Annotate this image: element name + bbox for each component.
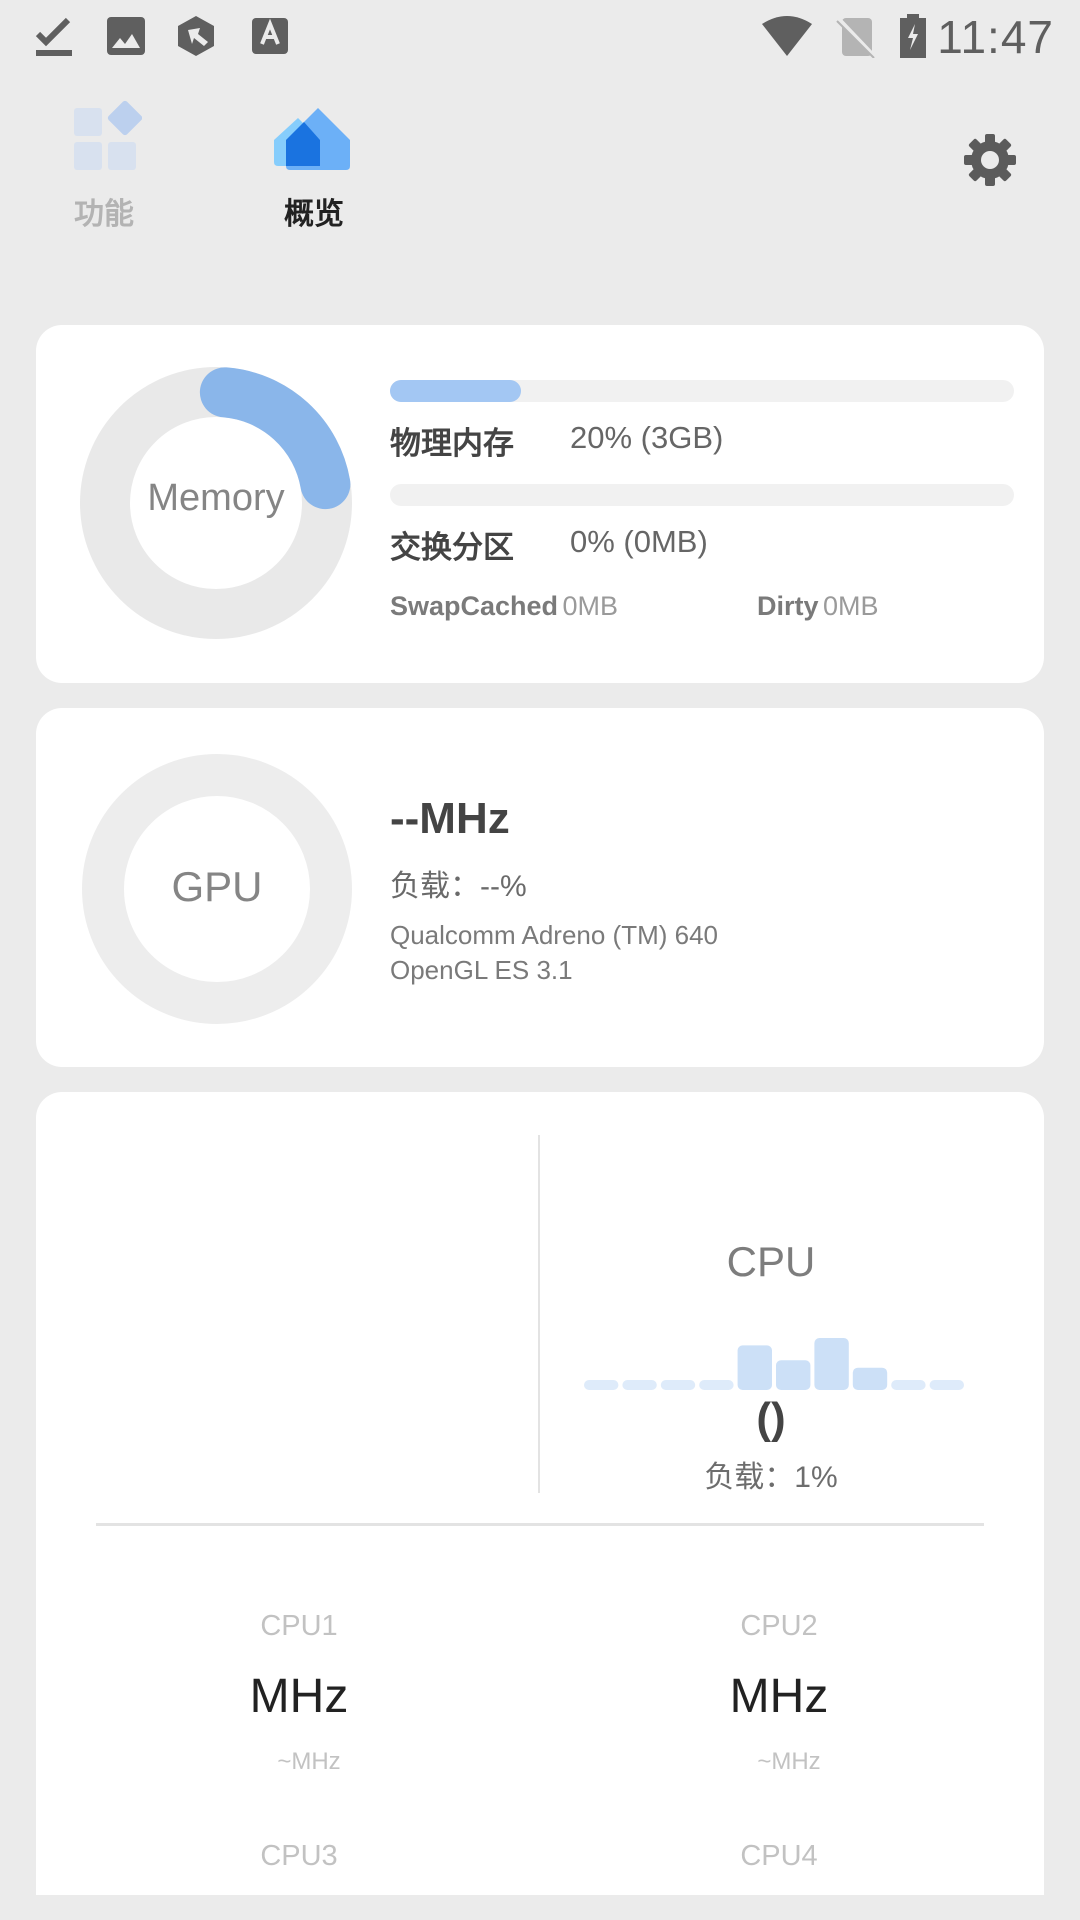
swap-label: 交换分区 — [390, 530, 514, 565]
memory-card[interactable]: Memory 物理内存 20% (3GB) 交换分区 0% (0MB) Swap… — [36, 325, 1044, 683]
wifi-icon — [762, 16, 812, 56]
core-range: ~MHz — [277, 1748, 341, 1775]
cpu-summary: () — [756, 1394, 786, 1443]
gpu-load: 负载：--% — [390, 870, 527, 903]
shield-arrow-icon — [178, 16, 214, 56]
physical-memory-value: 20% (3GB) — [570, 420, 724, 455]
no-sim-icon — [836, 16, 878, 58]
tab-overview[interactable]: 概览 — [254, 100, 374, 233]
cpu-history-chart — [584, 1338, 964, 1390]
tab-overview-label: 概览 — [284, 198, 344, 231]
tab-features[interactable]: 功能 — [44, 100, 164, 233]
gpu-renderer: Qualcomm Adreno (TM) 640 — [390, 920, 719, 950]
cpu-history-bar — [929, 1380, 964, 1390]
swap-bar — [390, 484, 1014, 506]
physical-memory-bar — [390, 380, 1014, 402]
swapcached-value: 0MB — [562, 591, 619, 621]
cpu-history-bar — [776, 1360, 811, 1390]
gpu-card[interactable]: GPU --MHz 负载：--% Qualcomm Adreno (TM) 64… — [36, 708, 1044, 1067]
core-frequency: MHz — [729, 1670, 829, 1723]
cpu-history-bar — [737, 1345, 772, 1390]
core-range: ~MHz — [757, 1748, 821, 1775]
dirty-label: Dirty — [757, 591, 819, 621]
cpu-load: 负载：1% — [704, 1461, 838, 1494]
core-frequency: MHz — [249, 1670, 349, 1723]
gpu-gl-version: OpenGL ES 3.1 — [390, 955, 573, 985]
checkmark-download-icon — [35, 17, 72, 56]
battery-charging-icon — [900, 14, 926, 58]
dirty-stat: Dirty 0MB — [757, 591, 879, 622]
physical-memory-bar-fill — [390, 380, 522, 402]
swapcached-label: SwapCached — [390, 591, 559, 621]
cpu-history-bar — [852, 1367, 888, 1390]
swapcached-stat: SwapCached 0MB — [390, 591, 618, 622]
cpu-history-bar — [814, 1338, 849, 1390]
memory-donut-label: Memory — [147, 477, 285, 519]
core-name: CPU1 — [260, 1610, 338, 1642]
home-icon — [274, 108, 350, 170]
gear-icon[interactable] — [960, 130, 1020, 190]
cpu-history-bar — [699, 1380, 734, 1390]
core-name: CPU3 — [260, 1840, 338, 1872]
cpu-history-bar — [660, 1380, 696, 1390]
image-icon — [107, 17, 145, 55]
core-name: CPU4 — [740, 1840, 818, 1872]
font-a-icon — [252, 18, 288, 54]
grid-icon — [74, 100, 143, 170]
cpu-vertical-divider — [538, 1135, 540, 1493]
cpu-title: CPU — [726, 1238, 816, 1285]
gpu-frequency: --MHz — [390, 794, 510, 843]
swap-value: 0% (0MB) — [570, 524, 708, 559]
dirty-value: 0MB — [822, 591, 879, 621]
cpu-horizontal-divider — [96, 1523, 984, 1526]
memory-donut-arc — [199, 367, 351, 510]
cpu-history-bar — [622, 1380, 657, 1390]
status-time: 11:47 — [937, 11, 1054, 63]
core-name: CPU2 — [740, 1610, 818, 1642]
gpu-donut-label: GPU — [171, 863, 263, 910]
physical-memory-label: 物理内存 — [390, 426, 514, 461]
cpu-history-bar — [584, 1380, 619, 1390]
cpu-card[interactable]: CPU () 负载：1% CPU1 MHz ~MHz CPU2 MHz ~MHz… — [36, 1092, 1044, 1895]
cpu-history-bar — [891, 1380, 926, 1390]
gpu-info: Qualcomm Adreno (TM) 640 OpenGL ES 3.1 — [390, 918, 718, 988]
tab-features-label: 功能 — [74, 198, 134, 231]
